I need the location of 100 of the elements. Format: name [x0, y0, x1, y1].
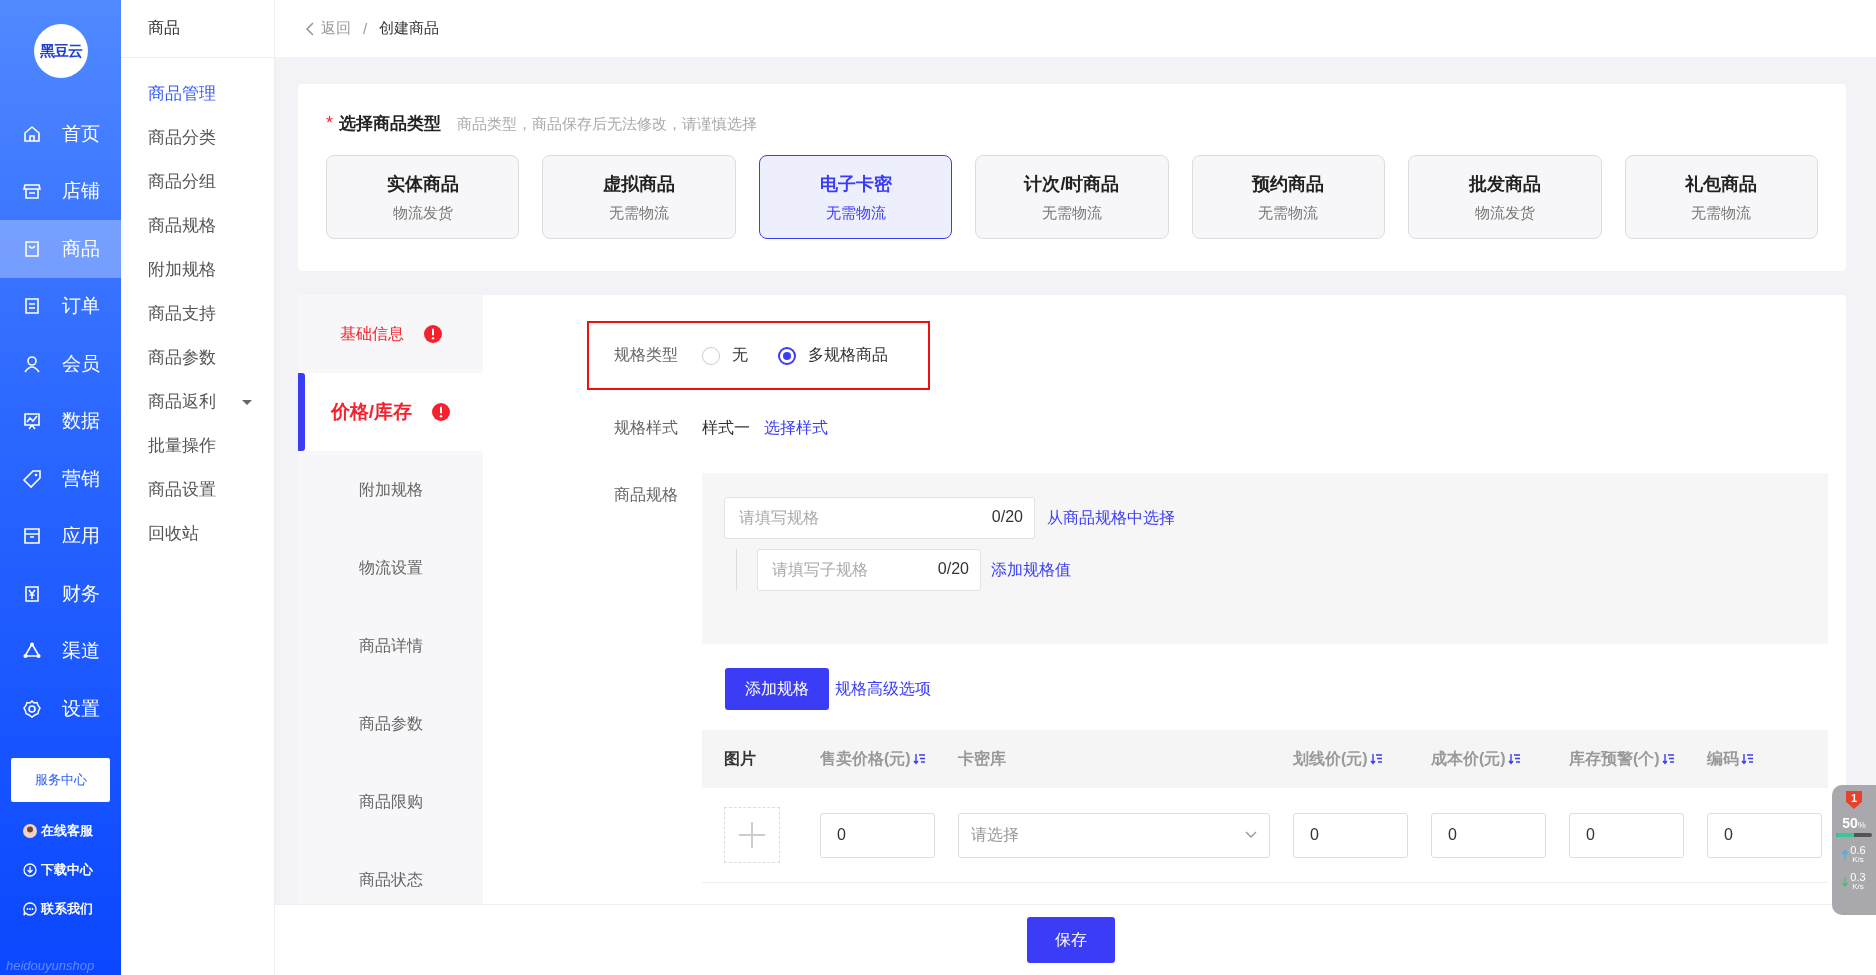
- type-option[interactable]: 礼包商品 无需物流: [1624, 155, 1818, 239]
- save-button[interactable]: 保存: [1026, 917, 1115, 963]
- caret-icon: [242, 399, 252, 405]
- nav-label: 订单: [62, 294, 100, 319]
- submenu-item[interactable]: 商品分类: [121, 116, 274, 160]
- type-option[interactable]: 计次/时商品 无需物流: [975, 155, 1169, 239]
- nav-label: 首页: [62, 121, 100, 146]
- section-hint: 商品类型，商品保存后无法修改，请谨慎选择: [457, 115, 757, 134]
- table-input[interactable]: 0: [1707, 812, 1822, 858]
- form-tab[interactable]: 商品详情: [298, 607, 483, 685]
- sort-icon[interactable]: [912, 753, 926, 765]
- nav-label: 数据: [62, 409, 100, 434]
- radio-button[interactable]: [778, 346, 796, 365]
- nav-label: 会员: [62, 351, 100, 376]
- submenu-item[interactable]: 商品参数: [121, 336, 274, 380]
- type-option[interactable]: 批发商品 物流发货: [1408, 155, 1602, 239]
- radio-option[interactable]: 无: [702, 345, 748, 366]
- submenu-label: 商品设置: [148, 479, 216, 500]
- sort-icon[interactable]: [1369, 753, 1383, 765]
- form-tab[interactable]: 价格/库存: [298, 373, 483, 451]
- submenu-label: 商品参数: [148, 347, 216, 368]
- form-tab[interactable]: 基础信息: [298, 295, 483, 373]
- shop-icon: [22, 181, 42, 202]
- radio-label: 多规格商品: [808, 345, 888, 365]
- add-spec-button[interactable]: 添加规格: [725, 668, 829, 710]
- form-tab[interactable]: 商品限购: [298, 763, 483, 841]
- breadcrumb-current: 创建商品: [379, 19, 440, 38]
- form-tab[interactable]: 商品状态: [298, 841, 483, 904]
- brand-text: heidouyunshop: [5, 958, 96, 975]
- chevron-icon: [1245, 831, 1257, 839]
- nav-item[interactable]: 营销: [0, 450, 121, 508]
- tab-label: 价格/库存: [330, 400, 413, 424]
- tag-icon: [22, 468, 42, 489]
- help-label: 下载中心: [41, 861, 93, 879]
- form-tab[interactable]: 商品参数: [298, 685, 483, 763]
- logo: 黑豆云: [33, 24, 88, 78]
- select-style-link[interactable]: 选择样式: [764, 418, 828, 439]
- help-link[interactable]: 下载中心: [0, 850, 121, 890]
- nav-item[interactable]: 店铺: [0, 162, 121, 220]
- advanced-options-link[interactable]: 规格高级选项: [835, 678, 931, 700]
- radio-option[interactable]: 多规格商品: [778, 345, 888, 366]
- submenu-label: 商品管理: [148, 83, 216, 104]
- submenu-label: 商品规格: [148, 215, 216, 236]
- help-link[interactable]: 联系我们: [0, 889, 121, 929]
- breadcrumb-separator: /: [363, 20, 368, 37]
- download-arrow-icon: [1842, 876, 1849, 887]
- submenu-item[interactable]: 商品返利: [121, 380, 274, 424]
- submenu-item[interactable]: 商品设置: [121, 468, 274, 512]
- table-input[interactable]: 0: [820, 812, 935, 858]
- submenu-item[interactable]: 回收站: [121, 512, 274, 556]
- sort-icon[interactable]: [1507, 753, 1521, 765]
- table-input[interactable]: 0: [1569, 812, 1684, 858]
- help-link[interactable]: 在线客服: [0, 811, 121, 851]
- submenu-item[interactable]: 商品分组: [121, 160, 274, 204]
- tab-label: 商品限购: [358, 791, 423, 812]
- nav-item[interactable]: 会员: [0, 335, 121, 393]
- choose-spec-link[interactable]: 从商品规格中选择: [1047, 507, 1175, 529]
- type-option[interactable]: 电子卡密 无需物流: [758, 155, 953, 239]
- nav-label: 应用: [62, 524, 100, 549]
- nav-item[interactable]: 设置: [0, 680, 121, 738]
- submenu-item[interactable]: 批量操作: [121, 424, 274, 468]
- settings-icon: [22, 698, 42, 719]
- download-speed: 0.3 K/s: [1850, 872, 1866, 891]
- nav-label: 商品: [62, 236, 100, 261]
- chart-icon: [22, 411, 42, 432]
- submenu-item[interactable]: 商品管理: [121, 72, 274, 116]
- type-option[interactable]: 预约商品 无需物流: [1191, 155, 1386, 239]
- submenu-item[interactable]: 商品支持: [121, 292, 274, 336]
- nav-item[interactable]: 财务: [0, 565, 121, 623]
- nav-label: 渠道: [62, 639, 100, 664]
- submenu-label: 商品分组: [148, 171, 216, 192]
- plus-icon: [738, 821, 766, 849]
- help-label: 联系我们: [41, 900, 93, 918]
- nav-item[interactable]: 应用: [0, 507, 121, 565]
- submenu-item[interactable]: 商品规格: [121, 204, 274, 248]
- submenu-label: 批量操作: [148, 435, 216, 456]
- sort-icon[interactable]: [1741, 753, 1754, 765]
- nav-label: 营销: [62, 466, 100, 491]
- nav-item[interactable]: 渠道: [0, 622, 121, 680]
- form-tab[interactable]: 附加规格: [298, 451, 483, 529]
- add-value-link[interactable]: 添加规格值: [991, 559, 1071, 581]
- download-icon: [23, 863, 37, 877]
- form-tab[interactable]: 物流设置: [298, 529, 483, 607]
- service-center-button[interactable]: 服务中心: [11, 757, 110, 802]
- back-icon: [305, 21, 315, 36]
- submenu-item[interactable]: 附加规格: [121, 248, 274, 292]
- field-label: 商品规格: [614, 485, 679, 505]
- table-input[interactable]: 0: [1431, 812, 1546, 858]
- nav-item[interactable]: 首页: [0, 105, 121, 163]
- avatar-icon: [23, 824, 37, 838]
- nav-item[interactable]: 数据: [0, 392, 121, 450]
- nav-item[interactable]: 订单: [0, 277, 121, 335]
- submenu-label: 附加规格: [148, 259, 216, 280]
- section-title: 选择商品类型: [339, 113, 441, 135]
- column-header: 卡密库: [958, 748, 1007, 769]
- field-label: 规格类型: [614, 345, 679, 365]
- table-input[interactable]: 0: [1293, 812, 1408, 858]
- type-option[interactable]: 虚拟商品 无需物流: [542, 155, 736, 239]
- type-option[interactable]: 实体商品 物流发货: [326, 155, 520, 239]
- sort-icon[interactable]: [1661, 753, 1675, 765]
